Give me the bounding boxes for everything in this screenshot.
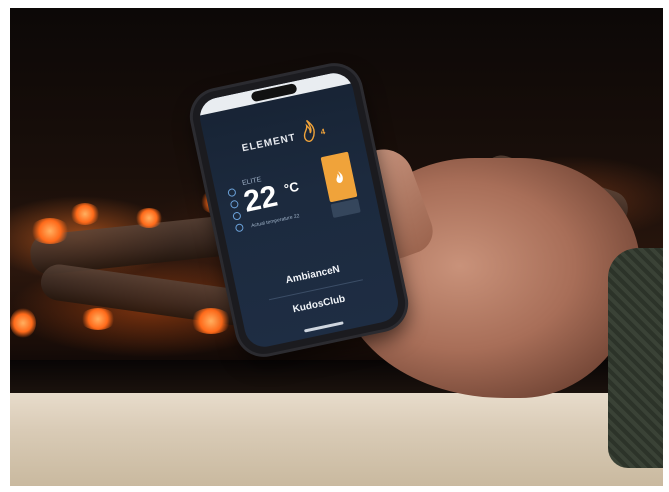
menu-item-kudosclub[interactable]: KudosClub: [261, 287, 377, 322]
flame-button[interactable]: [320, 151, 358, 203]
temperature-unit: °C: [282, 178, 301, 197]
home-indicator[interactable]: [303, 321, 344, 333]
mode-button[interactable]: [330, 198, 361, 219]
timer-icon[interactable]: [232, 211, 242, 221]
menu-item-ambiance[interactable]: AmbianceN: [255, 258, 371, 293]
fire-ember: [80, 308, 116, 330]
temperature-control-panel: ELITE 22 °C Actual temperature 22: [223, 150, 369, 241]
fire-ember: [190, 308, 232, 334]
settings-icon[interactable]: [234, 223, 245, 233]
temperature-value: 22: [240, 179, 281, 219]
brand-name: ELEMENT: [241, 132, 297, 155]
brand-number: 4: [319, 126, 328, 137]
flame-icon: [303, 120, 315, 143]
knit-sleeve: [608, 248, 663, 468]
hearth-surface: [10, 393, 663, 486]
fire-ember: [10, 308, 36, 338]
power-icon[interactable]: [229, 199, 240, 210]
fire-ember: [70, 203, 100, 225]
flame-button-icon: [336, 171, 343, 183]
fire-ember: [135, 208, 163, 228]
sun-icon[interactable]: [227, 187, 237, 198]
fire-ember: [30, 218, 70, 244]
